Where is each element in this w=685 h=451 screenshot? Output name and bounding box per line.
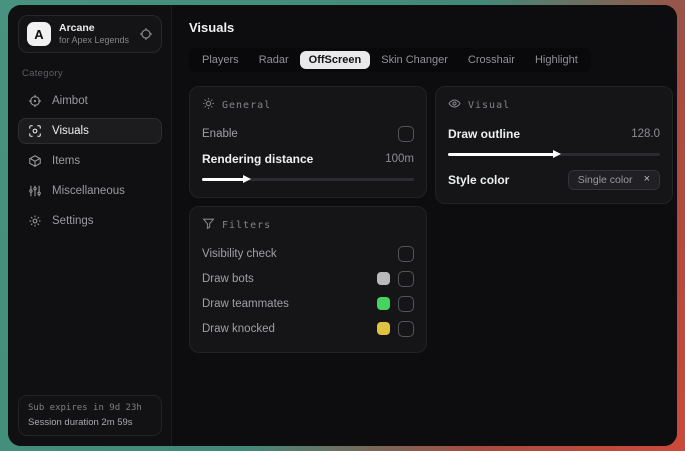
sub-expires-text: Sub expires in 9d 23h xyxy=(28,403,142,413)
box-icon xyxy=(28,154,42,168)
sidebar-item-label: Settings xyxy=(52,215,94,228)
rendering-distance-label: Rendering distance xyxy=(202,151,314,166)
enable-label: Enable xyxy=(202,127,238,140)
sidebar-item-label: Visuals xyxy=(52,125,89,138)
target-icon[interactable] xyxy=(139,27,153,41)
clear-icon[interactable]: × xyxy=(644,174,650,185)
panel-title: Filters xyxy=(222,219,272,231)
draw-bots-row: Draw bots xyxy=(202,267,414,290)
page-title: Visuals xyxy=(189,20,235,35)
draw-outline-slider[interactable] xyxy=(448,148,660,160)
brand-card: A Arcane for Apex Legends xyxy=(18,15,162,54)
draw-teammates-color-swatch[interactable] xyxy=(377,297,390,310)
draw-knocked-row: Draw knocked xyxy=(202,317,414,340)
draw-outline-label: Draw outline xyxy=(448,126,521,141)
tab-bar: Players Radar OffScreen Skin Changer Cro… xyxy=(189,48,591,72)
rendering-distance-value: 100m xyxy=(385,152,414,165)
style-color-row: Style color Single color × xyxy=(448,168,660,191)
visibility-check-checkbox[interactable] xyxy=(398,245,414,262)
draw-bots-color-swatch[interactable] xyxy=(377,272,390,285)
main-content: Visuals Players Radar OffScreen Skin Cha… xyxy=(172,5,677,446)
tab-players[interactable]: Players xyxy=(193,51,248,69)
slider-fill[interactable] xyxy=(202,177,245,181)
session-info-card: Sub expires in 9d 23h Session duration 2… xyxy=(18,395,162,436)
crosshair-icon xyxy=(28,94,42,108)
tab-crosshair[interactable]: Crosshair xyxy=(459,51,524,69)
session-duration-text: Session duration 2m 59s xyxy=(28,417,133,428)
sliders-icon xyxy=(28,184,42,198)
app-name: Arcane xyxy=(59,22,95,34)
sidebar-item-settings[interactable]: Settings xyxy=(18,208,162,234)
draw-teammates-row: Draw teammates xyxy=(202,292,414,315)
tab-radar[interactable]: Radar xyxy=(250,51,298,69)
sidebar-item-label: Aimbot xyxy=(52,95,88,108)
tab-skin-changer[interactable]: Skin Changer xyxy=(372,51,457,69)
style-color-select[interactable]: Single color × xyxy=(567,169,660,190)
sidebar-item-label: Items xyxy=(52,155,81,168)
panel-title: Visual xyxy=(468,99,511,111)
sidebar: A Arcane for Apex Legends Category Aimbo… xyxy=(8,5,172,446)
draw-teammates-checkbox[interactable] xyxy=(398,295,414,312)
draw-outline-value: 128.0 xyxy=(631,127,660,140)
app-subtitle: for Apex Legends xyxy=(59,35,130,46)
app-window: A Arcane for Apex Legends Category Aimbo… xyxy=(8,5,677,446)
eye-icon xyxy=(448,97,461,113)
draw-bots-checkbox[interactable] xyxy=(398,270,414,287)
desktop-background: A Arcane for Apex Legends Category Aimbo… xyxy=(0,0,685,451)
sidebar-item-items[interactable]: Items xyxy=(18,148,162,174)
sidebar-item-visuals[interactable]: Visuals xyxy=(18,118,162,145)
sidebar-item-label: Miscellaneous xyxy=(52,185,125,198)
funnel-icon xyxy=(202,217,215,233)
panel-title: General xyxy=(222,99,272,111)
tab-highlight[interactable]: Highlight xyxy=(526,51,587,69)
visibility-check-row: Visibility check xyxy=(202,242,414,265)
sidebar-item-miscellaneous[interactable]: Miscellaneous xyxy=(18,178,162,204)
visual-panel: Visual Draw outline 128.0 Style color Si… xyxy=(435,86,673,204)
rendering-distance-slider[interactable] xyxy=(202,173,414,185)
general-panel: General Enable Rendering distance 100m xyxy=(189,86,427,198)
draw-knocked-checkbox[interactable] xyxy=(398,320,414,337)
tab-offscreen[interactable]: OffScreen xyxy=(299,51,371,69)
scan-eye-icon xyxy=(28,124,42,138)
sun-icon xyxy=(202,97,215,113)
sidebar-item-aimbot[interactable]: Aimbot xyxy=(18,88,162,114)
category-label: Category xyxy=(22,68,63,80)
gear-icon xyxy=(28,214,42,228)
enable-checkbox[interactable] xyxy=(398,125,414,142)
filters-panel: Filters Visibility check Draw bots Draw … xyxy=(189,206,427,353)
draw-knocked-color-swatch[interactable] xyxy=(377,322,390,335)
style-color-label: Style color xyxy=(448,172,510,187)
draw-outline-row: Draw outline 128.0 xyxy=(448,122,660,145)
rendering-distance-row: Rendering distance 100m xyxy=(202,147,414,170)
enable-row: Enable xyxy=(202,122,414,145)
slider-fill[interactable] xyxy=(448,152,554,156)
app-logo: A xyxy=(27,22,51,47)
